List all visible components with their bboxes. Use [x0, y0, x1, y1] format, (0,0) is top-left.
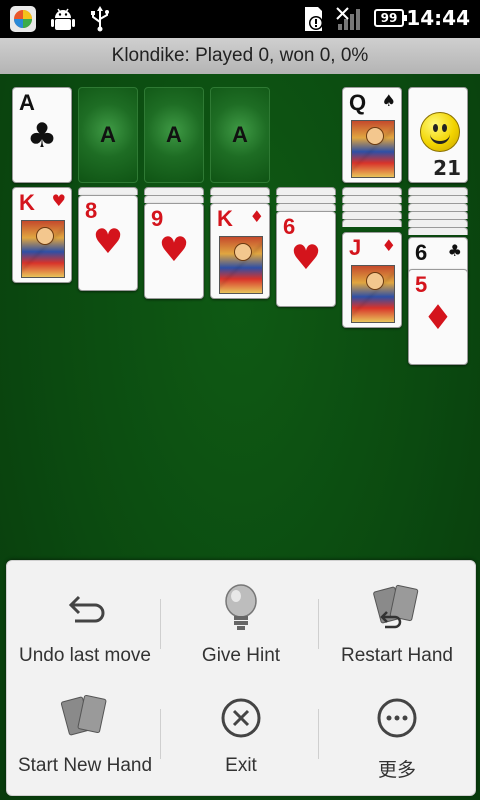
- tableau-card-5-diamonds[interactable]: 5 ♦: [408, 269, 468, 365]
- hidden-card: [144, 195, 204, 203]
- hidden-card: [210, 187, 270, 195]
- card-rank: K: [217, 206, 233, 231]
- card-rank: 9: [151, 206, 164, 231]
- card-rank: K: [19, 190, 35, 215]
- card-rank: J: [349, 235, 362, 260]
- card-suit: ♦: [381, 236, 396, 255]
- king-face-image: [21, 220, 65, 278]
- undo-last-move-button[interactable]: Undo last move: [7, 561, 163, 671]
- start-new-hand-button[interactable]: Start New Hand: [7, 671, 163, 781]
- tableau-card-king-diamonds[interactable]: K ♦: [210, 203, 270, 299]
- hidden-card: [408, 203, 468, 211]
- tableau-card-8-hearts[interactable]: 8 ♥: [78, 195, 138, 291]
- king-face-image: [219, 236, 263, 294]
- more-button[interactable]: 更多: [319, 671, 475, 781]
- card-rank: A: [19, 90, 35, 115]
- hidden-card: [144, 187, 204, 195]
- card-rank: 5: [415, 272, 428, 297]
- exit-button[interactable]: Exit: [163, 671, 319, 781]
- app-notification-icon: [8, 4, 38, 38]
- hidden-card: [408, 195, 468, 203]
- hidden-card: [210, 195, 270, 203]
- tableau-card-jack-diamonds[interactable]: J ♦: [342, 232, 402, 328]
- tableau-card-9-hearts[interactable]: 9 ♥: [144, 203, 204, 299]
- waste-card[interactable]: Q ♠: [342, 87, 402, 183]
- queen-face-image: [351, 120, 395, 178]
- jack-face-image: [351, 265, 395, 323]
- card-suit: ♥: [51, 191, 66, 210]
- new-hand-cards-icon: [60, 694, 107, 736]
- hint-label: Give Hint: [201, 645, 281, 666]
- hidden-card: [342, 195, 402, 203]
- undo-label: Undo last move: [18, 645, 151, 666]
- android-debug-icon: [50, 7, 76, 37]
- restart-cards-icon: [373, 584, 419, 629]
- foundation-slot[interactable]: A: [210, 87, 270, 183]
- clock: 14:44: [406, 6, 470, 30]
- hidden-card: [78, 187, 138, 195]
- hidden-card: [408, 211, 468, 219]
- hidden-card: [408, 187, 468, 195]
- hidden-card: [408, 227, 468, 235]
- restart-hand-button[interactable]: Restart Hand: [319, 561, 475, 671]
- card-rank: Q: [349, 90, 367, 115]
- more-dots-icon: [377, 698, 417, 738]
- restart-label: Restart Hand: [341, 645, 453, 666]
- lightbulb-icon: [225, 584, 257, 630]
- card-suit: ♥: [290, 238, 322, 278]
- stock-pile[interactable]: 21: [408, 87, 468, 183]
- foundation-clubs[interactable]: A ♣: [12, 87, 72, 183]
- card-suit: ♦: [249, 207, 264, 226]
- give-hint-button[interactable]: Give Hint: [163, 561, 319, 671]
- card-suit: ♥: [158, 230, 190, 270]
- stock-count: 21: [433, 156, 461, 180]
- card-suit: ♠: [381, 91, 396, 110]
- divider: [160, 599, 161, 649]
- card-suit: ♥: [92, 222, 124, 262]
- tableau-card-king-hearts[interactable]: K ♥: [12, 187, 72, 283]
- card-suit: ♣: [26, 116, 58, 156]
- more-label: 更多: [377, 760, 416, 781]
- smiley-icon: [420, 112, 460, 152]
- foundation-slot[interactable]: A: [144, 87, 204, 183]
- battery-icon: 99: [374, 9, 407, 27]
- undo-icon: [68, 595, 105, 623]
- new-hand-label: Start New Hand: [17, 755, 153, 776]
- card-rank: 8: [85, 198, 98, 223]
- sd-card-alert-icon: [302, 5, 326, 37]
- card-rank: 6: [415, 240, 428, 265]
- hidden-card: [342, 211, 402, 219]
- card-rank: 6: [283, 214, 296, 239]
- status-bar: 99 14:44: [0, 0, 480, 38]
- tableau-card-6-hearts[interactable]: 6 ♥: [276, 211, 336, 307]
- foundation-slot[interactable]: A: [78, 87, 138, 183]
- game-title-bar: Klondike: Played 0, won 0, 0%: [0, 38, 480, 74]
- hidden-card: [342, 219, 402, 227]
- signal-off-icon: [336, 6, 364, 36]
- usb-icon: [88, 6, 112, 36]
- hidden-card: [276, 187, 336, 195]
- card-suit: ♣: [447, 241, 462, 260]
- card-suit: ♦: [422, 298, 454, 338]
- hidden-card: [276, 195, 336, 203]
- close-circle-icon: [221, 698, 261, 738]
- exit-label: Exit: [225, 755, 257, 776]
- hidden-card: [342, 187, 402, 195]
- hidden-card: [408, 219, 468, 227]
- divider: [160, 709, 161, 759]
- options-menu: Undo last move Give Hint Restart Hand St…: [6, 560, 476, 796]
- hidden-card: [276, 203, 336, 211]
- hidden-card: [342, 203, 402, 211]
